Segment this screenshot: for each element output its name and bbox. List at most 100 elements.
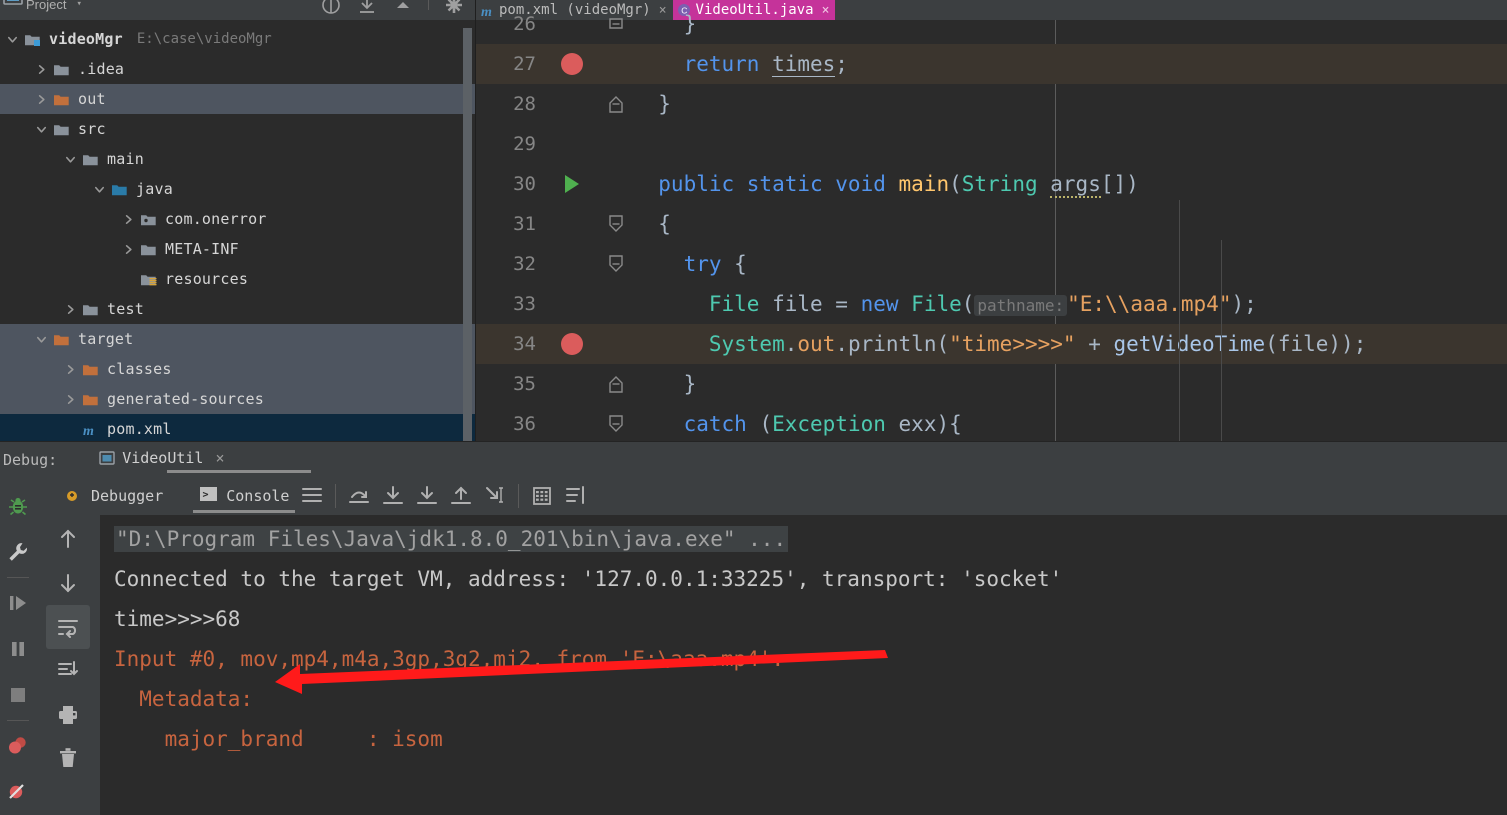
export-icon[interactable]	[356, 0, 378, 16]
debug-session-name: VideoUtil	[122, 449, 203, 467]
console-gutter-toolbar[interactable]	[36, 515, 100, 815]
code-line[interactable]: 32 try {	[476, 244, 1507, 284]
code-line[interactable]: 31 {	[476, 204, 1507, 244]
gear-icon[interactable]	[443, 0, 465, 16]
close-icon[interactable]: ×	[215, 449, 224, 467]
tree-item-src[interactable]: src	[0, 114, 475, 144]
step-into-icon[interactable]	[376, 481, 410, 511]
bug-icon[interactable]	[0, 483, 36, 529]
run-gutter-icon[interactable]	[544, 175, 599, 193]
scroll-down-icon[interactable]	[46, 561, 90, 605]
console-line-text: major_brand : isom	[114, 727, 443, 751]
console-line: "D:\Program Files\Java\jdk1.8.0_201\bin\…	[100, 519, 1507, 559]
line-number: 27	[476, 53, 544, 75]
code-line[interactable]: 28 }	[476, 84, 1507, 124]
console-line-text: Metadata:	[114, 687, 253, 711]
tree-item-pom-xml[interactable]: mpom.xml	[0, 414, 475, 441]
wrench-icon[interactable]	[0, 529, 36, 575]
code-text: File file = new File(pathname:"E:\\aaa.m…	[633, 292, 1257, 316]
source-root-icon	[111, 182, 128, 197]
pause-program-icon[interactable]	[0, 626, 36, 672]
breakpoint-icon[interactable]	[544, 333, 599, 355]
code-line[interactable]: 34 System.out.println("time>>>>" + getVi…	[476, 324, 1507, 364]
resume-program-icon[interactable]	[0, 580, 36, 626]
hide-icon[interactable]	[392, 0, 414, 16]
fold-marker-icon[interactable]	[599, 94, 633, 114]
soft-wrap-icon[interactable]	[46, 605, 90, 649]
chevron-down-icon[interactable]	[35, 333, 48, 346]
debug-session-tab[interactable]: VideoUtil ×	[99, 449, 224, 471]
collapse-all-icon[interactable]	[320, 0, 342, 16]
chevron-right-icon[interactable]	[64, 393, 77, 406]
tree-item-main[interactable]: main	[0, 144, 475, 174]
fold-marker-icon[interactable]	[599, 254, 633, 274]
fold-marker-icon[interactable]	[599, 214, 633, 234]
settings-layout-icon[interactable]	[559, 481, 593, 511]
line-number: 31	[476, 213, 544, 235]
debug-session-tab-underline	[167, 470, 311, 473]
view-breakpoints-icon[interactable]	[0, 723, 36, 769]
clear-all-icon[interactable]	[46, 737, 90, 781]
chevron-right-icon[interactable]	[122, 243, 135, 256]
debug-side-toolbar	[0, 477, 36, 815]
code-text: }	[633, 12, 696, 36]
indent-guide	[1179, 200, 1180, 441]
tree-item-com-onerror[interactable]: com.onerror	[0, 204, 475, 234]
tree-item-label: resources	[165, 270, 248, 288]
chevron-down-icon[interactable]	[64, 153, 77, 166]
code-line[interactable]: 26 }	[476, 4, 1507, 44]
show-all-frames-icon[interactable]	[295, 481, 329, 511]
chevron-right-icon[interactable]	[64, 303, 77, 316]
tree-item-label: out	[78, 90, 106, 108]
chevron-right-icon[interactable]	[35, 93, 48, 106]
scroll-to-end-icon[interactable]	[46, 649, 90, 693]
console-output[interactable]: "D:\Program Files\Java\jdk1.8.0_201\bin\…	[100, 515, 1507, 815]
tree-item-java[interactable]: java	[0, 174, 475, 204]
breakpoint-icon[interactable]	[544, 53, 599, 75]
chevron-right-icon[interactable]	[64, 363, 77, 376]
tree-item-target[interactable]: target	[0, 324, 475, 354]
project-tree[interactable]: videoMgrE:\case\videoMgr.idea out srcmainj…	[0, 20, 475, 441]
print-icon[interactable]	[46, 693, 90, 737]
tree-item-generated-sources[interactable]: generated-sources	[0, 384, 475, 414]
tree-item-test[interactable]: test	[0, 294, 475, 324]
tree-item-classes[interactable]: classes	[0, 354, 475, 384]
tree-item-out[interactable]: out	[0, 84, 475, 114]
debug-tab-console[interactable]: >Console	[193, 477, 295, 515]
force-step-into-icon[interactable]	[410, 481, 444, 511]
project-tree-scrollbar-thumb[interactable]	[463, 28, 472, 441]
folder-orange-icon	[53, 92, 70, 107]
step-out-icon[interactable]	[444, 481, 478, 511]
tree-item-resources[interactable]: resources	[0, 264, 475, 294]
evaluate-expression-icon[interactable]	[525, 481, 559, 511]
tree-item-meta-inf[interactable]: META-INF	[0, 234, 475, 264]
chevron-down-icon[interactable]	[6, 33, 19, 46]
fold-marker-icon[interactable]	[599, 374, 633, 394]
line-number: 26	[476, 13, 544, 35]
scroll-up-icon[interactable]	[46, 517, 90, 561]
step-over-icon[interactable]	[342, 481, 376, 511]
code-text: try {	[633, 252, 747, 276]
debug-tab-debugger[interactable]: Debugger	[58, 477, 169, 515]
mute-breakpoints-icon[interactable]	[0, 769, 36, 815]
code-line[interactable]: 36 catch (Exception exx){	[476, 404, 1507, 441]
code-line[interactable]: 27 return times;	[476, 44, 1507, 84]
code-line[interactable]: 35 }	[476, 364, 1507, 404]
stop-icon[interactable]	[0, 672, 36, 718]
fold-marker-icon[interactable]	[599, 14, 633, 34]
chevron-down-icon[interactable]	[35, 123, 48, 136]
chevron-down-icon[interactable]: ▾	[76, 0, 81, 9]
run-to-cursor-icon[interactable]	[478, 481, 512, 511]
line-number: 36	[476, 413, 544, 435]
fold-marker-icon[interactable]	[599, 414, 633, 434]
code-line[interactable]: 29	[476, 124, 1507, 164]
chevron-right-icon[interactable]	[35, 63, 48, 76]
tree-item--idea[interactable]: .idea	[0, 54, 475, 84]
code-editor[interactable]: 26 }27 return times;28 }2930 public stat…	[476, 20, 1507, 441]
code-line[interactable]: 30 public static void main(String args[]…	[476, 164, 1507, 204]
debug-toolbar[interactable]: Debugger >Console	[36, 477, 1507, 515]
chevron-down-icon[interactable]	[93, 183, 106, 196]
code-line[interactable]: 33 File file = new File(pathname:"E:\\aa…	[476, 284, 1507, 324]
chevron-right-icon[interactable]	[122, 213, 135, 226]
tree-item-videomgr[interactable]: videoMgrE:\case\videoMgr	[0, 24, 475, 54]
